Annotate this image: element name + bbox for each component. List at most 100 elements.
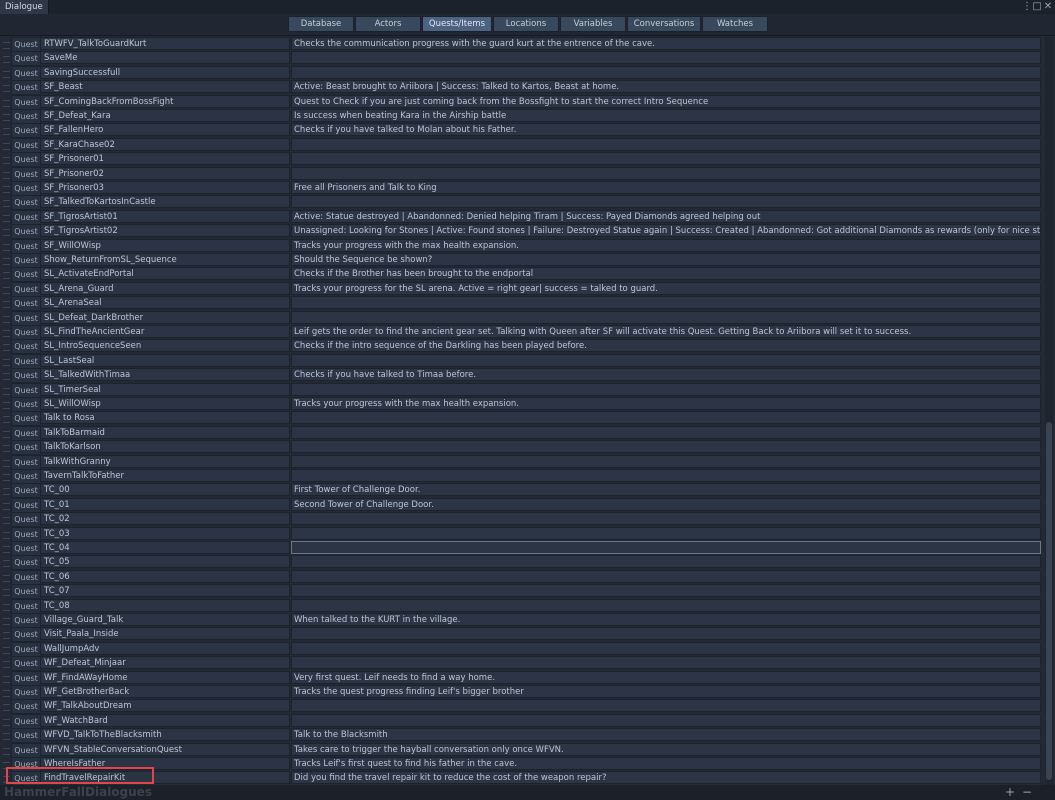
quest-name-field[interactable]: SF_Beast — [40, 80, 290, 93]
quest-description-field[interactable] — [291, 195, 1041, 208]
tab-database[interactable]: Database — [288, 16, 354, 32]
quest-row[interactable]: Quest SF_Prisoner02 — [0, 167, 1043, 182]
quest-name-field[interactable]: TC_07 — [40, 584, 290, 597]
quest-row[interactable]: Quest TC_01 Second Tower of Challenge Door… — [0, 498, 1043, 513]
quest-row[interactable]: Quest SL_TimerSeal — [0, 383, 1043, 398]
quest-description-field[interactable]: When talked to the KURT in the village. — [291, 613, 1041, 626]
quest-row[interactable]: Quest TavernTalkToFather — [0, 469, 1043, 484]
tab-conversations[interactable]: Conversations — [627, 16, 701, 32]
drag-handle-icon[interactable] — [3, 402, 10, 409]
drag-handle-icon[interactable] — [3, 229, 10, 236]
drag-handle-icon[interactable] — [3, 301, 10, 308]
quest-name-field[interactable]: SF_Defeat_Kara — [40, 109, 290, 122]
quest-row[interactable]: Quest WF_Defeat_Minjaar — [0, 656, 1043, 671]
drag-handle-icon[interactable] — [3, 604, 10, 611]
drag-handle-icon[interactable] — [3, 517, 10, 524]
quest-description-field[interactable]: Checks if the intro sequence of the Dark… — [291, 339, 1041, 352]
tab-watches[interactable]: Watches — [702, 16, 768, 32]
quest-name-field[interactable]: WF_WatchBard — [40, 714, 290, 727]
quest-name-field[interactable]: Talk to Rosa — [40, 411, 290, 424]
drag-handle-icon[interactable] — [3, 647, 10, 654]
quest-name-field[interactable]: SL_FindTheAncientGear — [40, 325, 290, 338]
quest-name-field[interactable]: WF_FindAWayHome — [40, 671, 290, 684]
quest-row[interactable]: Quest FindTravelRepairKit Did you find the… — [0, 771, 1043, 785]
quest-name-field[interactable]: TC_03 — [40, 527, 290, 540]
quest-name-field[interactable]: WF_TalkAboutDream — [40, 699, 290, 712]
quest-description-field[interactable] — [291, 51, 1041, 64]
quest-name-field[interactable]: WFVD_TalkToTheBlacksmith — [40, 728, 290, 741]
drag-handle-icon[interactable] — [3, 690, 10, 697]
quest-name-field[interactable]: SL_IntroSequenceSeen — [40, 339, 290, 352]
quest-row[interactable]: Quest SL_ActivateEndPortal Checks if the B… — [0, 267, 1043, 282]
quest-description-field[interactable] — [291, 411, 1041, 424]
quest-name-field[interactable]: TC_06 — [40, 570, 290, 583]
quest-row[interactable]: Quest SF_Prisoner01 — [0, 152, 1043, 167]
quest-name-field[interactable]: SF_Prisoner03 — [40, 181, 290, 194]
quest-description-field[interactable]: Quest to Check if you are just coming ba… — [291, 95, 1041, 108]
add-button[interactable]: + — [1004, 785, 1016, 799]
close-icon[interactable]: ✕ — [1043, 0, 1053, 14]
quest-row[interactable]: Quest Visit_Paala_Inside — [0, 627, 1043, 642]
drag-handle-icon[interactable] — [3, 100, 10, 107]
quest-description-field[interactable] — [291, 311, 1041, 324]
quest-name-field[interactable]: SF_Prisoner01 — [40, 152, 290, 165]
window-tab-dialogue[interactable]: Dialogue — [0, 0, 49, 14]
quest-name-field[interactable]: TavernTalkToFather — [40, 469, 290, 482]
quest-name-field[interactable]: SF_KaraChase02 — [40, 138, 290, 151]
drag-handle-icon[interactable] — [3, 532, 10, 539]
quest-description-field[interactable]: Should the Sequence be shown? — [291, 253, 1041, 266]
quest-description-field[interactable] — [291, 570, 1041, 583]
quest-row[interactable]: Quest WFVD_TalkToTheBlacksmith Talk to the… — [0, 728, 1043, 743]
quest-row[interactable]: Quest TC_05 — [0, 555, 1043, 570]
drag-handle-icon[interactable] — [3, 172, 10, 179]
drag-handle-icon[interactable] — [3, 373, 10, 380]
drag-handle-icon[interactable] — [3, 330, 10, 337]
quest-name-field[interactable]: SF_Prisoner02 — [40, 167, 290, 180]
quest-row[interactable]: Quest WF_GetBrotherBack Tracks the quest p… — [0, 685, 1043, 700]
quest-row[interactable]: Quest SL_TalkedWithTimaa Checks if you hav… — [0, 368, 1043, 383]
quest-row[interactable]: Quest TC_04 — [0, 541, 1043, 556]
vertical-scrollbar[interactable] — [1045, 37, 1053, 785]
drag-handle-icon[interactable] — [3, 676, 10, 683]
quest-row[interactable]: Quest Village_Guard_Talk When talked to th… — [0, 613, 1043, 628]
drag-handle-icon[interactable] — [3, 460, 10, 467]
drag-handle-icon[interactable] — [3, 445, 10, 452]
quest-name-field[interactable]: SaveMe — [40, 51, 290, 64]
quest-name-field[interactable]: RTWFV_TalkToGuardKurt — [40, 37, 290, 50]
drag-handle-icon[interactable] — [3, 56, 10, 63]
quest-description-field[interactable] — [291, 584, 1041, 597]
quest-description-field[interactable] — [291, 66, 1041, 79]
drag-handle-icon[interactable] — [3, 589, 10, 596]
quest-row[interactable]: Quest TalkWithGranny — [0, 455, 1043, 470]
quest-row[interactable]: Quest TC_03 — [0, 527, 1043, 542]
quest-row[interactable]: Quest SL_LastSeal — [0, 354, 1043, 369]
quest-row[interactable]: Quest SL_ArenaSeal — [0, 296, 1043, 311]
quest-description-field[interactable]: Talk to the Blacksmith — [291, 728, 1041, 741]
drag-handle-icon[interactable] — [3, 71, 10, 78]
window-menu-icon[interactable]: ⋮ — [1022, 0, 1032, 14]
drag-handle-icon[interactable] — [3, 186, 10, 193]
quest-description-field[interactable] — [291, 527, 1041, 540]
quest-description-field[interactable]: Tracks your progress with the max health… — [291, 397, 1041, 410]
drag-handle-icon[interactable] — [3, 632, 10, 639]
quest-description-field[interactable]: Checks if the Brother has been brought t… — [291, 267, 1041, 280]
quest-row[interactable]: Quest TC_07 — [0, 584, 1043, 599]
quest-row[interactable]: Quest SF_Defeat_Kara Is success when beati… — [0, 109, 1043, 124]
quest-description-field[interactable]: Very first quest. Leif needs to find a w… — [291, 671, 1041, 684]
quest-row[interactable]: Quest Talk to Rosa — [0, 411, 1043, 426]
quest-description-field[interactable]: Checks the communication progress with t… — [291, 37, 1041, 50]
quest-name-field[interactable]: TalkToBarmaid — [40, 426, 290, 439]
quest-description-field[interactable]: Did you find the travel repair kit to re… — [291, 771, 1041, 784]
drag-handle-icon[interactable] — [3, 416, 10, 423]
drag-handle-icon[interactable] — [3, 704, 10, 711]
drag-handle-icon[interactable] — [3, 661, 10, 668]
drag-handle-icon[interactable] — [3, 157, 10, 164]
quest-name-field[interactable]: TC_04 — [40, 541, 290, 554]
quest-description-field[interactable]: Tracks your progress with the max health… — [291, 239, 1041, 252]
quest-name-field[interactable]: TC_00 — [40, 483, 290, 496]
quest-name-field[interactable]: SL_TalkedWithTimaa — [40, 368, 290, 381]
quest-row[interactable]: Quest WF_WatchBard — [0, 714, 1043, 729]
quest-row[interactable]: Quest SF_FallenHero Checks if you have tal… — [0, 123, 1043, 138]
quest-name-field[interactable]: SL_ArenaSeal — [40, 296, 290, 309]
tab-variables[interactable]: Variables — [560, 16, 626, 32]
